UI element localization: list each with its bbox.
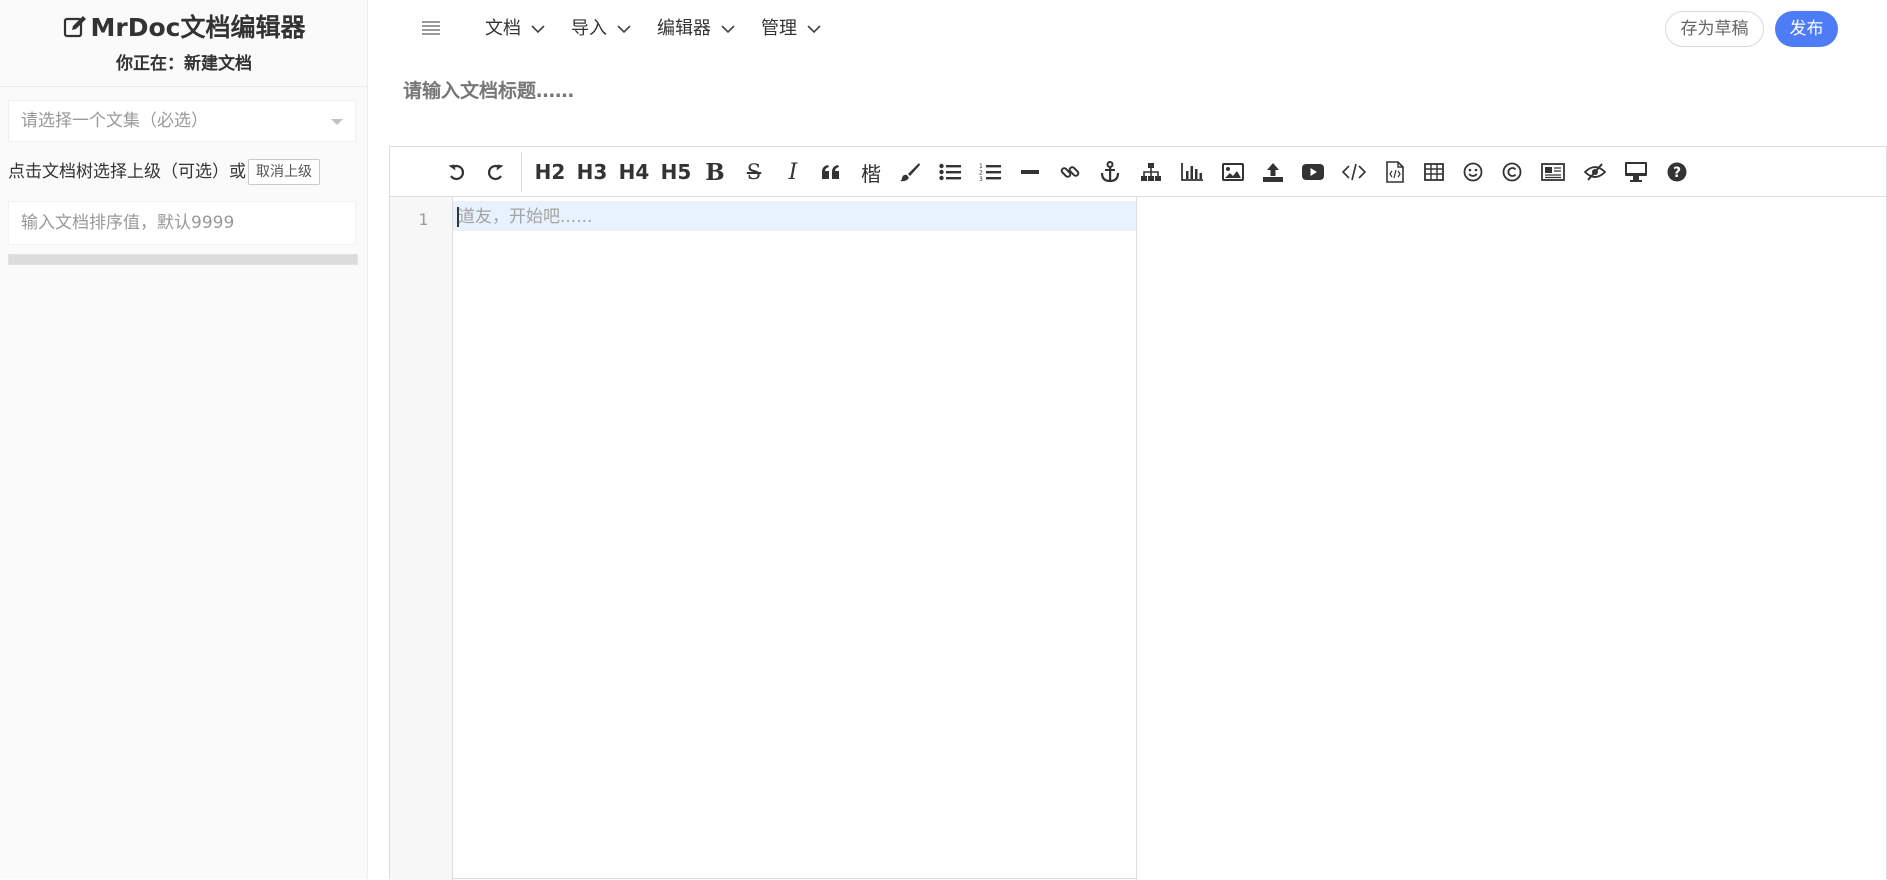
line-number-gutter: 1 bbox=[390, 197, 453, 880]
nav-menu-label: 导入 bbox=[571, 18, 607, 39]
edit-icon bbox=[63, 15, 87, 47]
toolbar-divider bbox=[521, 152, 522, 192]
nav-menu-label: 文档 bbox=[485, 18, 521, 39]
help-icon[interactable]: ? bbox=[1665, 158, 1689, 186]
sitemap-icon[interactable] bbox=[1139, 158, 1163, 186]
h3-button[interactable]: H3 bbox=[576, 158, 608, 186]
nav-menu-label: 编辑器 bbox=[657, 18, 711, 39]
bar-chart-icon[interactable] bbox=[1180, 158, 1204, 186]
strikethrough-icon[interactable]: S bbox=[742, 158, 766, 186]
horizontal-rule-icon[interactable] bbox=[1018, 158, 1042, 186]
emoji-icon[interactable] bbox=[1461, 158, 1485, 186]
preview-pane bbox=[1137, 197, 1886, 880]
collection-select-placeholder: 请选择一个文集（必选） bbox=[21, 111, 208, 131]
doc-title-input[interactable] bbox=[389, 72, 1849, 110]
video-icon[interactable] bbox=[1301, 158, 1325, 186]
h2-button[interactable]: H2 bbox=[534, 158, 566, 186]
link-icon[interactable] bbox=[1058, 158, 1082, 186]
menu-toggle-icon[interactable] bbox=[422, 20, 442, 40]
paintbrush-icon[interactable] bbox=[898, 158, 922, 186]
anchor-icon[interactable] bbox=[1098, 158, 1122, 186]
text-cursor bbox=[457, 207, 459, 227]
editor-toolbar: H2 H3 H4 H5 B S I 楷 123 ? bbox=[390, 147, 1886, 197]
chevron-down-icon bbox=[807, 25, 821, 34]
parent-row: 点击文档树选择上级（可选）或 取消上级 bbox=[8, 159, 320, 185]
save-draft-button[interactable]: 存为草稿 bbox=[1665, 11, 1764, 47]
kai-font-icon[interactable]: 楷 bbox=[858, 158, 884, 186]
nav-menu-label: 管理 bbox=[761, 18, 797, 39]
quote-icon[interactable] bbox=[818, 158, 844, 186]
nav-menu-editor[interactable]: 编辑器 bbox=[657, 14, 735, 44]
sidebar-divider bbox=[0, 86, 368, 87]
code-icon[interactable] bbox=[1341, 158, 1367, 186]
h5-button[interactable]: H5 bbox=[660, 158, 692, 186]
unordered-list-icon[interactable] bbox=[937, 158, 963, 186]
brand-title: MrDoc文档编辑器 bbox=[90, 13, 306, 42]
line-number: 1 bbox=[418, 210, 428, 229]
bold-icon[interactable]: B bbox=[703, 158, 727, 186]
collection-select[interactable]: 请选择一个文集（必选） bbox=[8, 100, 356, 142]
chevron-down-icon bbox=[721, 25, 735, 34]
brand: MrDoc文档编辑器 bbox=[0, 12, 368, 47]
nav-menu-doc[interactable]: 文档 bbox=[485, 14, 545, 44]
newspaper-icon[interactable] bbox=[1539, 158, 1567, 186]
svg-text:3: 3 bbox=[979, 176, 983, 182]
nav-menu-import[interactable]: 导入 bbox=[571, 14, 631, 44]
undo-icon[interactable] bbox=[444, 158, 470, 186]
sidebar: MrDoc文档编辑器 你正在：新建文档 请选择一个文集（必选） 点击文档树选择上… bbox=[0, 0, 368, 879]
desktop-icon[interactable] bbox=[1623, 158, 1649, 186]
current-prefix: 你正在： bbox=[116, 54, 184, 74]
upload-icon[interactable] bbox=[1261, 158, 1285, 186]
nav-menu: 文档 导入 编辑器 管理 bbox=[485, 14, 847, 44]
code-editor-area[interactable]: 道友，开始吧...... bbox=[453, 197, 1137, 880]
current-doc-info: 你正在：新建文档 bbox=[0, 49, 368, 74]
chevron-down-icon bbox=[617, 25, 631, 34]
horizontal-scrollbar[interactable] bbox=[8, 254, 358, 265]
caret-down-icon bbox=[331, 119, 343, 125]
italic-icon[interactable]: I bbox=[781, 158, 805, 186]
markdown-editor: H2 H3 H4 H5 B S I 楷 123 ? 1 道友，开始吧...... bbox=[389, 146, 1887, 880]
parent-hint: 点击文档树选择上级（可选）或 bbox=[8, 162, 246, 182]
current-doc-name: 新建文档 bbox=[184, 54, 252, 74]
editor-placeholder: 道友，开始吧...... bbox=[458, 207, 593, 227]
ordered-list-icon[interactable]: 123 bbox=[977, 158, 1003, 186]
eye-slash-icon[interactable] bbox=[1582, 158, 1608, 186]
svg-text:?: ? bbox=[1673, 165, 1681, 181]
table-icon[interactable] bbox=[1422, 158, 1446, 186]
cancel-parent-button[interactable]: 取消上级 bbox=[248, 159, 320, 185]
code-file-icon[interactable] bbox=[1383, 158, 1407, 186]
nav-menu-manage[interactable]: 管理 bbox=[761, 14, 821, 44]
sort-value-input[interactable] bbox=[8, 201, 356, 245]
redo-icon[interactable] bbox=[482, 158, 508, 186]
publish-button[interactable]: 发布 bbox=[1775, 11, 1838, 47]
copyright-icon[interactable] bbox=[1500, 158, 1524, 186]
image-icon[interactable] bbox=[1220, 158, 1246, 186]
chevron-down-icon bbox=[531, 25, 545, 34]
h4-button[interactable]: H4 bbox=[618, 158, 650, 186]
